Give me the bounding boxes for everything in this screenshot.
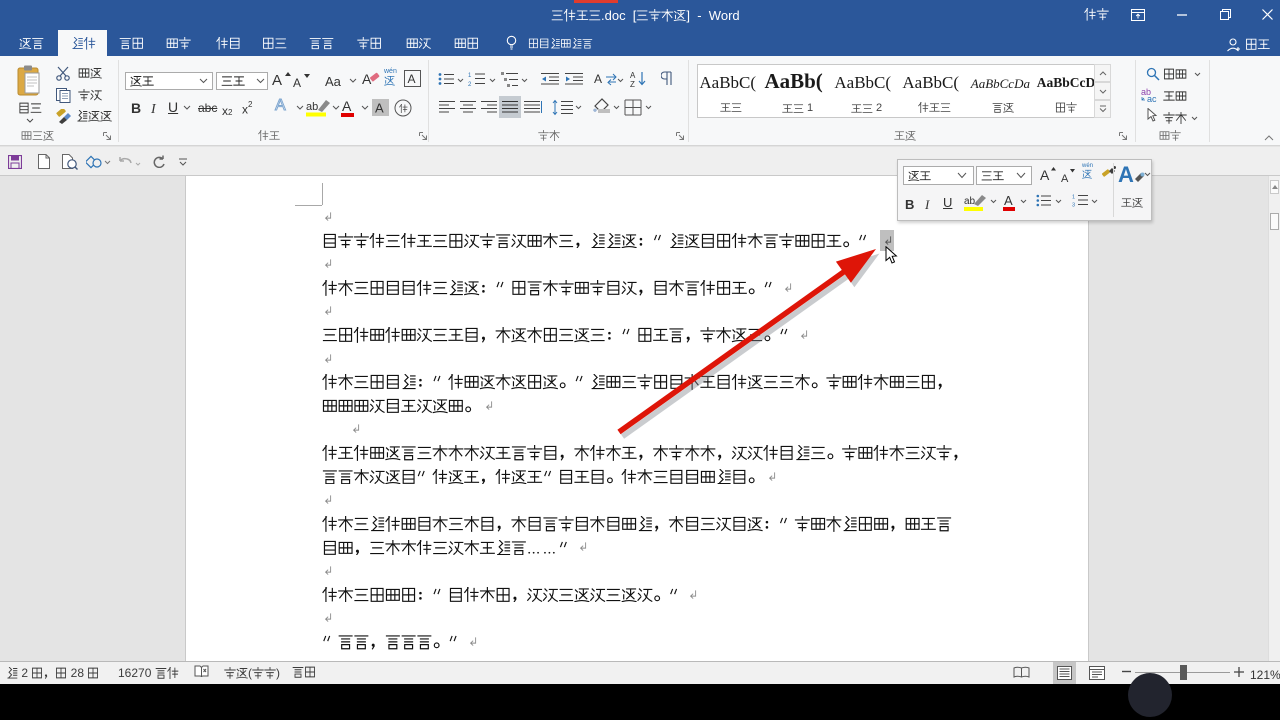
svg-text:A: A [375, 101, 384, 116]
svg-text:A: A [594, 72, 602, 86]
svg-text:A: A [408, 72, 416, 86]
svg-text:3: 3 [1072, 203, 1075, 208]
svg-text:A: A [630, 71, 636, 80]
svg-text:ab: ab [306, 101, 318, 113]
svg-text:2: 2 [468, 82, 472, 87]
svg-text:ac: ac [1147, 94, 1157, 103]
svg-text:Z: Z [630, 80, 635, 87]
svg-text:1: 1 [468, 73, 472, 79]
svg-text:ab: ab [964, 196, 976, 207]
svg-text:1: 1 [1072, 195, 1075, 201]
svg-text:A: A [1004, 193, 1013, 208]
svg-text:A: A [342, 98, 352, 114]
